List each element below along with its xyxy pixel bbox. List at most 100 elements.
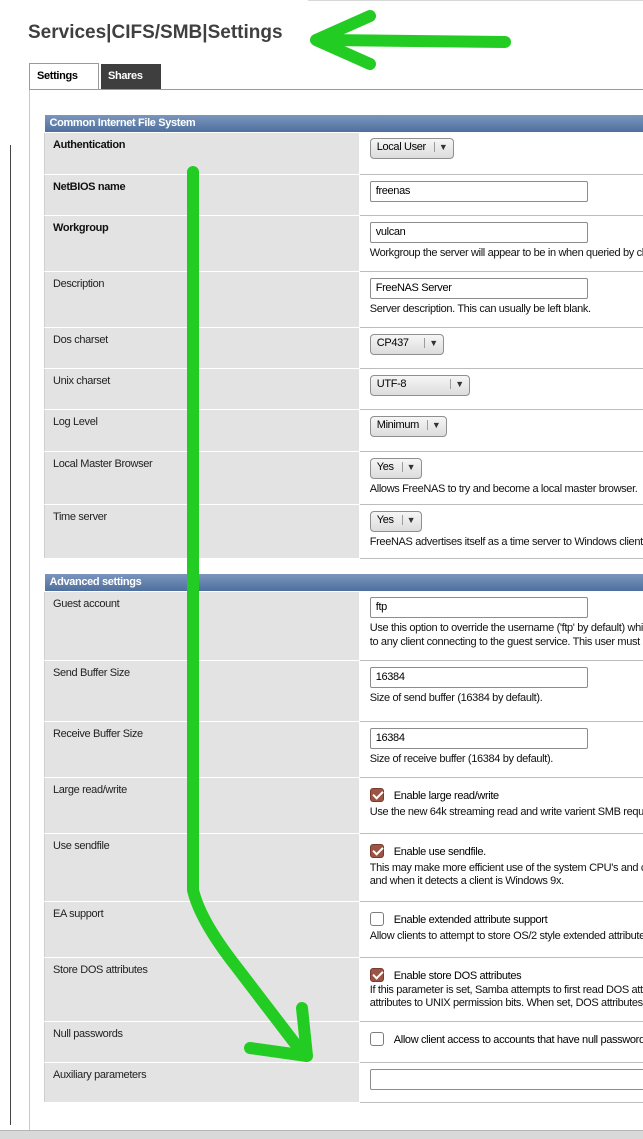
select-value: Minimum [376, 418, 420, 431]
sendfile-checkbox[interactable] [369, 843, 384, 858]
help-text: Use this option to override the username… [369, 622, 643, 634]
chevron-down-icon: ▼ [401, 514, 416, 525]
checkbox-label: Enable large read/write [393, 789, 499, 802]
row-authentication: Authentication Local User ▼ [44, 131, 643, 175]
unix-charset-select[interactable]: UTF-8 ▼ [369, 374, 470, 396]
field-label: Time server [44, 503, 360, 559]
help-text: Use the new 64k streaming read and write… [369, 805, 643, 818]
row-description: Description FreeNAS Server Server descrip… [44, 270, 643, 328]
select-value: Yes [376, 460, 394, 473]
field-label: Workgroup [44, 214, 360, 272]
chevron-down-icon: ▼ [433, 142, 448, 152]
row-dos-charset: Dos charset CP437 ▼ [44, 326, 643, 369]
description-input[interactable]: FreeNAS Server [369, 277, 588, 299]
checkbox-label: Enable extended attribute support [393, 913, 548, 926]
left-border-line [10, 145, 11, 1125]
large-read-write-checkbox[interactable] [369, 787, 384, 802]
auxiliary-parameters-textarea[interactable] [369, 1068, 643, 1090]
dos-charset-select[interactable]: CP437 ▼ [369, 333, 444, 355]
help-text: If this parameter is set, Samba attempts… [369, 983, 643, 996]
row-send-buffer: Send Buffer Size 16384 Size of send buffe… [44, 659, 643, 722]
row-ea-support: EA support Enable extended attribute sup… [44, 900, 643, 958]
section-header-cifs: Common Internet File System [44, 115, 643, 132]
row-time-server: Time server Yes ▼ FreeNAS advertises itsel… [44, 503, 643, 559]
tab-shares[interactable]: Shares [101, 64, 161, 90]
netbios-name-input[interactable]: freenas [369, 180, 588, 202]
row-sendfile: Use sendfile Enable use sendfile. This ma… [44, 832, 643, 902]
help-text: to any client connecting to the guest se… [369, 636, 643, 648]
field-label: Receive Buffer Size [44, 720, 360, 778]
help-text: Allow clients to attempt to store OS/2 s… [369, 929, 643, 942]
row-auxiliary-parameters: Auxiliary parameters [44, 1061, 643, 1103]
field-label: Send Buffer Size [44, 659, 360, 722]
select-value: CP437 [376, 336, 409, 349]
annotation-arrow-title [310, 10, 511, 70]
help-text: Workgroup the server will appear to be i… [369, 246, 643, 259]
log-level-select[interactable]: Minimum ▼ [369, 415, 448, 437]
field-label: Unix charset [44, 367, 360, 410]
row-store-dos-attributes: Store DOS attributes Enable store DOS at… [44, 956, 643, 1022]
help-text: Allows FreeNAS to try and become a local… [369, 482, 638, 495]
row-null-passwords: Null passwords Allow client access to ac… [44, 1020, 643, 1063]
arrow-shaft [319, 34, 511, 48]
row-receive-buffer: Receive Buffer Size 16384 Size of receive… [44, 720, 643, 778]
guest-account-input[interactable]: ftp [369, 597, 588, 618]
workgroup-input[interactable]: vulcan [369, 221, 588, 243]
settings-table: Common Internet File System Authenticati… [44, 115, 643, 1103]
field-label: NetBIOS name [44, 173, 360, 216]
send-buffer-input[interactable]: 16384 [369, 666, 588, 688]
help-text: and when it detects a client is Windows … [369, 874, 564, 887]
top-divider [308, 0, 643, 1]
checkbox-label: Allow client access to accounts that hav… [393, 1033, 643, 1046]
row-local-master: Local Master Browser Yes ▼ Allows FreeNAS … [44, 450, 643, 505]
help-text: Size of send buffer (16384 by default). [369, 691, 543, 704]
field-label: Store DOS attributes [44, 956, 360, 1022]
section-title: Common Internet File System [44, 115, 643, 132]
field-label: EA support [44, 900, 360, 958]
chevron-down-icon: ▼ [424, 337, 438, 348]
row-log-level: Log Level Minimum ▼ [44, 408, 643, 452]
field-label: Log Level [44, 408, 360, 452]
help-text: Size of receive buffer (16384 by default… [369, 752, 554, 765]
time-server-select[interactable]: Yes ▼ [369, 510, 423, 532]
chevron-down-icon: ▼ [426, 419, 441, 430]
field-label: Dos charset [44, 326, 360, 369]
select-value: Yes [376, 513, 394, 526]
section-header-advanced: Advanced settings [44, 574, 643, 591]
field-label: Use sendfile [44, 832, 360, 902]
receive-buffer-input[interactable]: 16384 [369, 727, 588, 749]
field-label: Guest account [44, 590, 360, 661]
checkbox-label: Enable use sendfile. [393, 845, 486, 858]
section-spacer [44, 558, 643, 574]
select-value: Local User [376, 141, 426, 153]
tab-divider [29, 89, 643, 90]
tab-settings[interactable]: Settings [29, 63, 99, 89]
row-guest-account: Guest account ftp Use this option to over… [44, 590, 643, 661]
help-text: This may make more efficient use of the … [369, 861, 643, 874]
help-text: attributes to UNIX permission bits. When… [369, 996, 643, 1009]
row-large-read-write: Large read/write Enable large read/write… [44, 776, 643, 834]
local-master-select[interactable]: Yes ▼ [369, 457, 423, 479]
horizontal-scrollbar[interactable] [0, 1130, 643, 1139]
field-label: Auxiliary parameters [44, 1061, 360, 1103]
null-passwords-checkbox[interactable] [369, 1031, 384, 1046]
page-title: Services|CIFS/SMB|Settings [28, 22, 283, 43]
arrow-head-icon [310, 10, 376, 70]
authentication-select[interactable]: Local User ▼ [369, 138, 455, 159]
field-label: Large read/write [44, 776, 360, 834]
field-label: Description [44, 270, 360, 328]
row-unix-charset: Unix charset UTF-8 ▼ [44, 367, 643, 410]
select-value: UTF-8 [376, 377, 407, 390]
field-label: Null passwords [44, 1020, 360, 1063]
store-dos-attributes-checkbox[interactable] [369, 967, 384, 982]
field-label: Authentication [44, 131, 360, 175]
section-title: Advanced settings [44, 574, 643, 591]
help-text: Server description. This can usually be … [369, 302, 591, 315]
row-workgroup: Workgroup vulcan Workgroup the server wil… [44, 214, 643, 272]
help-text: FreeNAS advertises itself as a time serv… [369, 535, 643, 548]
field-label: Local Master Browser [44, 450, 360, 505]
ea-support-checkbox[interactable] [369, 911, 384, 926]
row-netbios: NetBIOS name freenas [44, 173, 643, 216]
chevron-down-icon: ▼ [450, 378, 464, 389]
checkbox-label: Enable store DOS attributes [393, 969, 522, 982]
